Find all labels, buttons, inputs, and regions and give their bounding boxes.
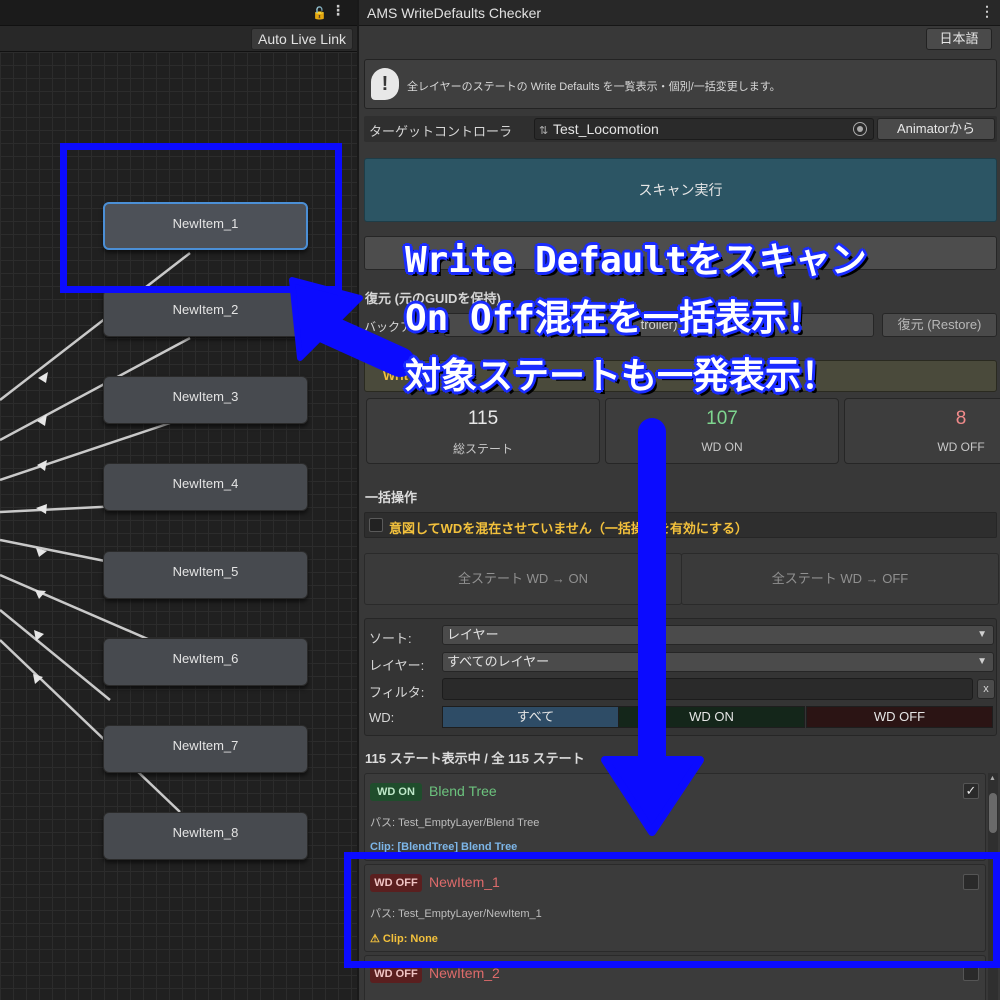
annotation-arrows bbox=[289, 277, 704, 836]
down-arrow-head bbox=[601, 756, 704, 836]
callout-line-2: On Off混在を一括表示！ bbox=[405, 298, 824, 339]
callout-line-3: 対象ステートも一発表示！ bbox=[405, 356, 838, 397]
callout-text: Write Defaultをスキャン On Off混在を一括表示！ 対象ステート… bbox=[405, 232, 1000, 406]
screenshot-root: 🔓 ⋮ Auto Live Link NewItem_1 NewItem_2 N… bbox=[0, 0, 1000, 1000]
callout-line-1: Write Defaultをスキャン bbox=[405, 240, 867, 281]
